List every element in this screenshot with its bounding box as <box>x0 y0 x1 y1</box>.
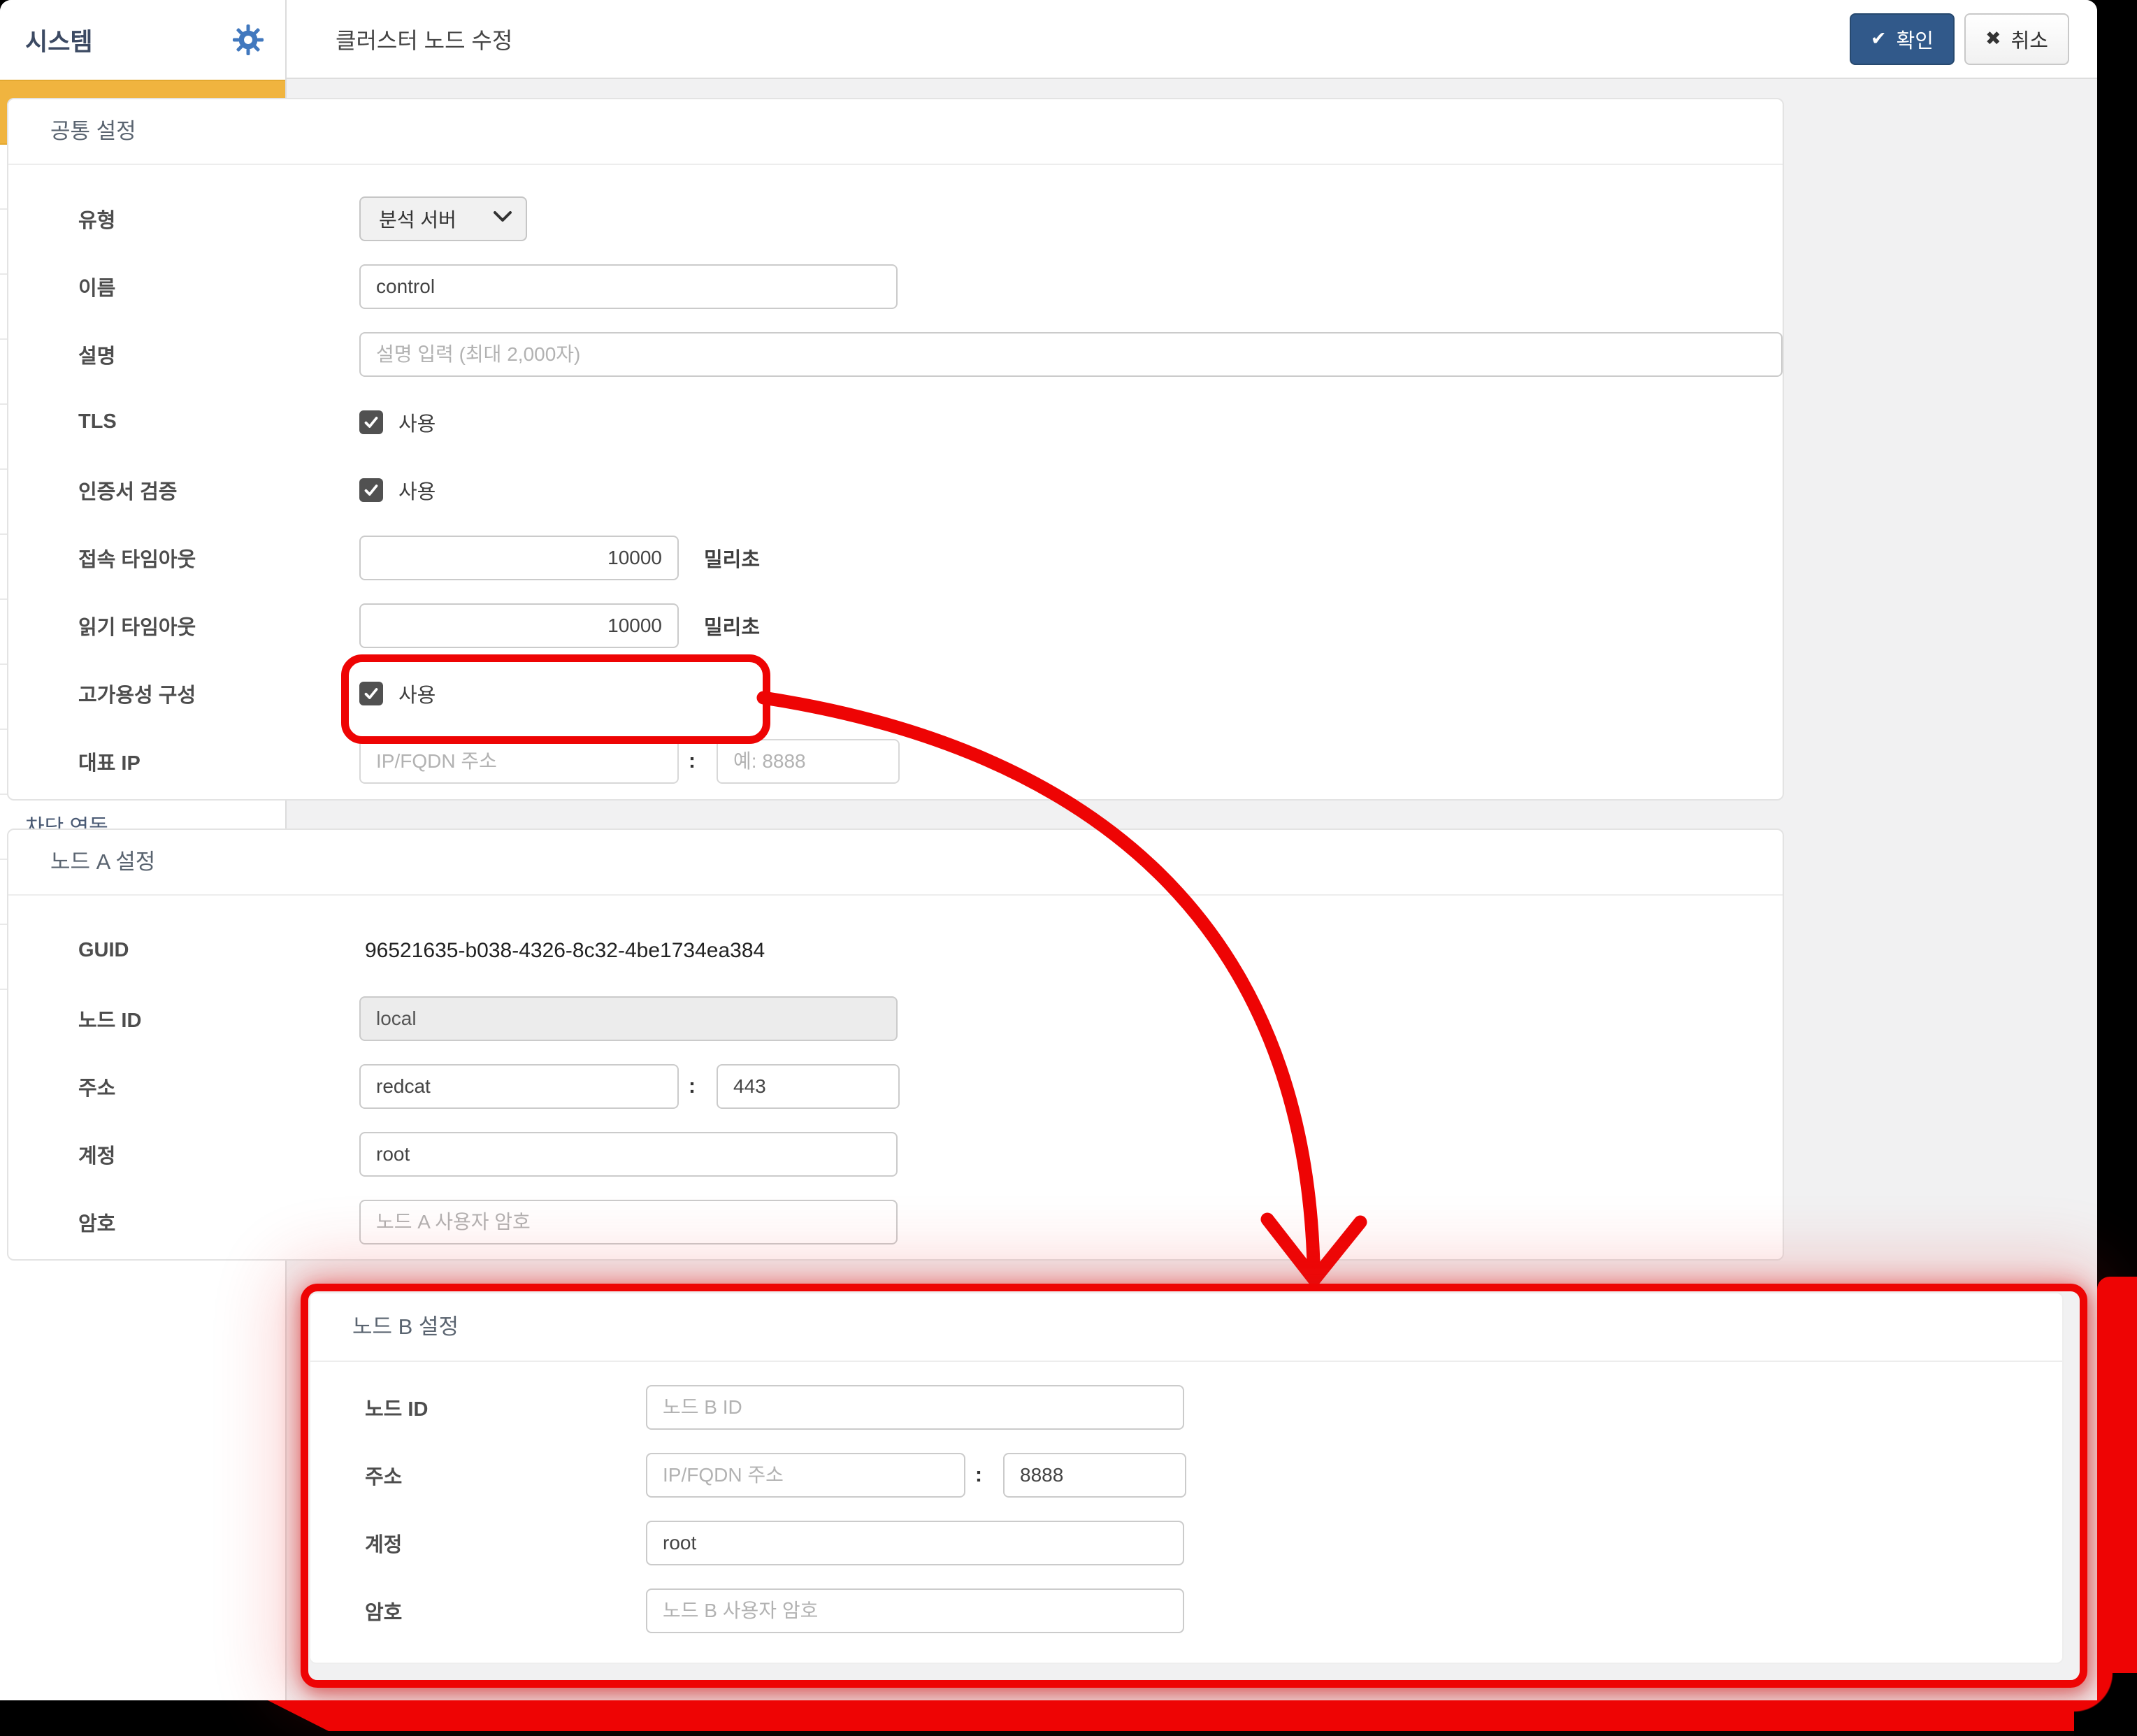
description-input[interactable] <box>359 332 1783 377</box>
confirm-button-label: 확인 <box>1897 24 1934 54</box>
type-row: 유형 분석 서버 <box>8 185 1783 252</box>
ha-checkbox-label: 사용 <box>398 679 436 708</box>
node-b-account-row: 계정 <box>310 1509 2062 1577</box>
read-timeout-label: 읽기 타임아웃 <box>78 611 359 640</box>
node-b-password-row: 암호 <box>310 1577 2062 1644</box>
topbar-buttons: ✔ 확인 ✖ 취소 <box>1850 13 2069 65</box>
name-label: 이름 <box>78 272 359 301</box>
annotation-right-red-band <box>2097 1277 2137 1736</box>
node-a-address-input[interactable] <box>359 1064 679 1109</box>
node-b-colon: : <box>975 1463 982 1487</box>
annotation-bottom-red-bar <box>0 1700 2137 1731</box>
node-a-account-row: 계정 <box>8 1120 1783 1188</box>
read-timeout-unit: 밀리초 <box>704 611 760 640</box>
name-row: 이름 <box>8 252 1783 320</box>
node-a-id-input <box>359 996 898 1041</box>
node-a-card: 노드 A 설정 GUID 96521635-b038-4326-8c32-4be… <box>7 828 1784 1261</box>
ha-checkbox[interactable] <box>359 682 383 705</box>
type-select[interactable]: 분석 서버 <box>359 196 527 241</box>
node-b-title: 노드 B 설정 <box>310 1293 2062 1362</box>
node-b-address-input[interactable] <box>646 1453 965 1498</box>
type-label: 유형 <box>78 204 359 234</box>
conn-timeout-label: 접속 타임아웃 <box>78 543 359 573</box>
app-window: 시스템 <box>0 0 2097 1700</box>
description-label: 설명 <box>78 340 359 369</box>
node-a-account-label: 계정 <box>78 1140 359 1169</box>
node-b-card: 노드 B 설정 노드 ID 주소 : 계정 암호 <box>309 1292 2064 1664</box>
confirm-button[interactable]: ✔ 확인 <box>1850 13 1955 65</box>
screenshot-stage: 시스템 <box>0 0 2137 1736</box>
vip-port-input[interactable] <box>717 739 900 784</box>
node-b-port-input[interactable] <box>1003 1453 1186 1498</box>
node-b-address-row: 주소 : <box>310 1441 2062 1509</box>
cancel-button-label: 취소 <box>2011 24 2048 54</box>
cancel-button[interactable]: ✖ 취소 <box>1964 13 2069 65</box>
x-icon: ✖ <box>1985 28 2001 50</box>
node-a-password-input[interactable] <box>359 1200 898 1244</box>
chevron-down-icon <box>494 211 512 226</box>
ha-row: 고가용성 구성 사용 <box>8 659 1783 727</box>
conn-timeout-row: 접속 타임아웃 밀리초 <box>8 524 1783 591</box>
node-a-password-label: 암호 <box>78 1207 359 1237</box>
node-b-password-input[interactable] <box>646 1588 1184 1633</box>
type-select-value: 분석 서버 <box>379 205 456 233</box>
description-row: 설명 <box>8 320 1783 388</box>
cert-verify-row: 인증서 검증 사용 <box>8 456 1783 524</box>
sidebar-header: 시스템 <box>0 0 285 80</box>
node-b-id-label: 노드 ID <box>365 1393 646 1422</box>
node-a-account-input[interactable] <box>359 1132 898 1177</box>
tls-checkbox[interactable] <box>359 410 383 434</box>
tls-row: TLS 사용 <box>8 388 1783 456</box>
tls-label: TLS <box>78 410 359 433</box>
node-a-password-row: 암호 <box>8 1188 1783 1256</box>
cert-verify-label: 인증서 검증 <box>78 475 359 505</box>
vip-row: 대표 IP : <box>8 727 1783 795</box>
node-a-title: 노드 A 설정 <box>8 830 1783 896</box>
conn-timeout-input[interactable] <box>359 536 679 580</box>
node-b-address-label: 주소 <box>365 1461 646 1490</box>
node-a-address-row: 주소 : <box>8 1052 1783 1120</box>
node-b-id-input[interactable] <box>646 1385 1184 1430</box>
vip-address-input[interactable] <box>359 739 679 784</box>
tls-checkbox-label: 사용 <box>398 408 436 437</box>
cert-verify-checkbox-label: 사용 <box>398 475 436 505</box>
gear-icon[interactable] <box>232 24 264 56</box>
rounded-corner-mask <box>2074 1673 2137 1736</box>
name-input[interactable] <box>359 264 898 309</box>
node-a-id-label: 노드 ID <box>78 1004 359 1033</box>
node-b-account-input[interactable] <box>646 1521 1184 1565</box>
page-title: 클러스터 노드 수정 <box>336 23 512 55</box>
node-a-guid-label: GUID <box>78 939 359 962</box>
node-a-guid-row: GUID 96521635-b038-4326-8c32-4be1734ea38… <box>8 917 1783 984</box>
node-a-address-label: 주소 <box>78 1072 359 1101</box>
vip-label: 대표 IP <box>78 747 359 776</box>
node-b-id-row: 노드 ID <box>310 1373 2062 1441</box>
node-a-id-row: 노드 ID <box>8 984 1783 1052</box>
node-a-colon: : <box>689 1075 696 1098</box>
read-timeout-input[interactable] <box>359 603 679 648</box>
common-settings-card: 공통 설정 유형 분석 서버 이름 설명 <box>7 98 1784 801</box>
node-a-port-input[interactable] <box>717 1064 900 1109</box>
node-a-guid-value: 96521635-b038-4326-8c32-4be1734ea384 <box>365 939 765 963</box>
topbar: 클러스터 노드 수정 ✔ 확인 ✖ 취소 <box>287 0 2097 79</box>
vip-colon: : <box>689 749 696 773</box>
conn-timeout-unit: 밀리초 <box>704 543 760 573</box>
node-b-account-label: 계정 <box>365 1528 646 1558</box>
sidebar-title: 시스템 <box>25 22 93 58</box>
check-icon: ✔ <box>1871 28 1887 50</box>
ha-label: 고가용성 구성 <box>78 679 359 708</box>
node-b-password-label: 암호 <box>365 1596 646 1626</box>
read-timeout-row: 읽기 타임아웃 밀리초 <box>8 591 1783 659</box>
cert-verify-checkbox[interactable] <box>359 478 383 502</box>
common-settings-title: 공통 설정 <box>8 99 1783 165</box>
